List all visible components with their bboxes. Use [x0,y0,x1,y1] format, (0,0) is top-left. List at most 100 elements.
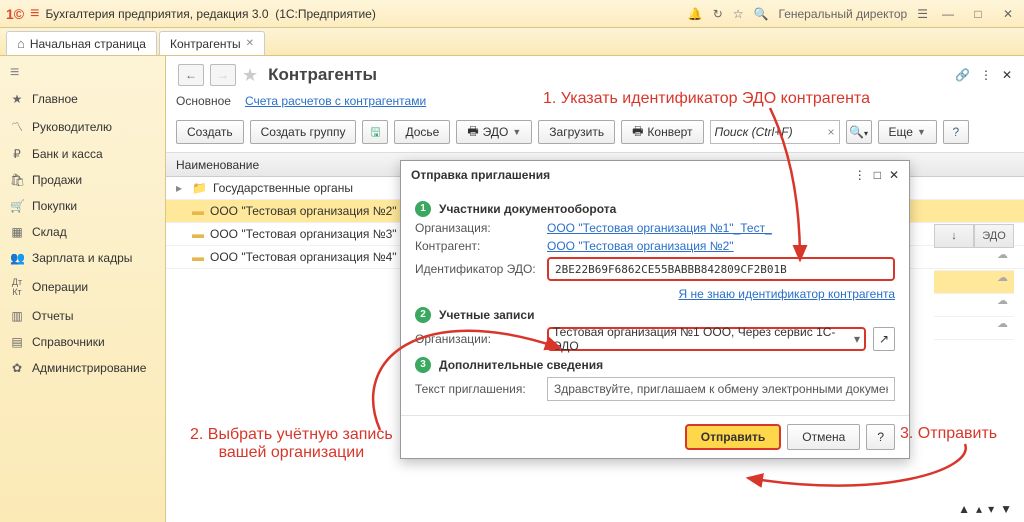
no-id-link[interactable]: Я не знаю идентификатор контрагента [679,287,896,301]
star-icon: ★ [10,92,24,106]
tab-home[interactable]: ⌂Начальная страница [6,31,157,55]
more-button[interactable]: Еще ▼ [878,120,937,144]
back-button[interactable]: ← [178,64,204,86]
page-close-icon[interactable]: ✕ [1002,68,1012,82]
tab-close-icon[interactable]: ✕ [246,38,254,49]
dialog-max-icon[interactable]: □ [874,168,881,182]
dialog-close-icon[interactable]: ✕ [889,168,899,182]
dtkt-icon: ДтКт [10,277,24,297]
sidebar-item-bank[interactable]: ₽Банк и касса [0,141,165,167]
favorite-icon[interactable]: ★ [242,65,258,86]
create-group-button[interactable]: Создать группу [250,120,357,144]
sidebar-item-manager[interactable]: 〽Руководителю [0,112,165,141]
col-edo[interactable]: ЭДО [974,224,1014,248]
chart-icon: 〽 [10,118,24,135]
app-title: Бухгалтерия предприятия, редакция 3.0 (1… [45,7,375,21]
link-icon[interactable]: 🔗 [955,68,970,82]
send-button[interactable]: Отправить [685,424,781,450]
cart-icon: 🛒 [10,199,24,213]
ruble-icon: ₽ [10,147,24,161]
toolbar: Создать Создать группу 🖫 Досье 🖶 ЭДО ▼ З… [166,116,1024,153]
invite-text-input[interactable] [547,377,895,401]
step3-title: Дополнительные сведения [439,358,603,372]
sidebar-item-reports[interactable]: ▥Отчеты [0,303,165,329]
bell-icon[interactable]: 🔔 [688,7,703,21]
history-icon[interactable]: ↻ [713,7,723,21]
edo-id-input[interactable] [547,257,895,281]
subtab-main[interactable]: Основное [176,94,231,108]
edo-cell: ☁ [934,248,1014,271]
ctr-link[interactable]: ООО "Тестовая организация №2" [547,239,734,253]
clear-search-icon[interactable]: × [828,125,835,139]
item-icon: ▬ [192,227,204,241]
folder-icon: 📁 [192,181,207,195]
more-icon[interactable]: ⋮ [980,68,992,82]
search-icon[interactable]: 🔍 [754,7,769,21]
sidebar-item-purchase[interactable]: 🛒Покупки [0,193,165,219]
scroll-up-icon[interactable]: ▴ [976,502,982,516]
step1-title: Участники документооборота [439,202,616,216]
search-input[interactable]: Поиск (Ctrl+F)× [710,120,840,144]
refresh-button[interactable]: 🖫 [362,120,388,144]
dossier-button[interactable]: Досье [394,120,450,144]
minimize-button[interactable]: — [938,7,958,21]
cancel-button[interactable]: Отмена [787,424,860,450]
box-icon: ▦ [10,225,24,239]
create-button[interactable]: Создать [176,120,244,144]
acct-label: Организации: [415,332,543,346]
convert-button[interactable]: 🖶 Конверт [621,120,703,144]
maximize-button[interactable]: □ [968,7,988,21]
sidebar-item-salary[interactable]: 👥Зарплата и кадры [0,245,165,271]
close-button[interactable]: ✕ [998,7,1018,21]
forward-button[interactable]: → [210,64,236,86]
sidebar-item-admin[interactable]: ✿Администрирование [0,355,165,381]
col-sort[interactable]: ↓ [934,224,974,248]
dialog-title: Отправка приглашения [411,168,550,182]
org-link[interactable]: ООО "Тестовая организация №1"_Тест_ [547,221,772,235]
edo-cell: ☁ [934,294,1014,317]
scroll-top-icon[interactable]: ▲ [958,502,970,516]
invite-dialog: Отправка приглашения ⋮ □ ✕ 1Участники до… [400,160,910,459]
step2-title: Учетные записи [439,308,534,322]
books-icon: ▤ [10,335,24,349]
menu-toggle-icon[interactable]: ≡ [0,60,165,86]
open-account-button[interactable]: ↗ [873,327,895,351]
gear-icon: ✿ [10,361,24,375]
item-icon: ▬ [192,204,204,218]
edo-cell: ☁ [934,317,1014,340]
sidebar-item-operations[interactable]: ДтКтОперации [0,271,165,303]
page-title: Контрагенты [268,65,377,85]
bars-icon: ▥ [10,309,24,323]
ctr-label: Контрагент: [415,239,543,253]
scroll-down-icon[interactable]: ▾ [988,502,994,516]
item-icon: ▬ [192,250,204,264]
tabbar: ⌂Начальная страница Контрагенты✕ [0,28,1024,56]
sidebar-item-stock[interactable]: ▦Склад [0,219,165,245]
titlebar: 1© ≡ Бухгалтерия предприятия, редакция 3… [0,0,1024,28]
sidebar-item-main[interactable]: ★Главное [0,86,165,112]
help-button[interactable]: ? [866,424,895,450]
grid-right-columns: ↓ЭДО ☁ ☁ ☁ ☁ [934,224,1014,340]
user-name[interactable]: Генеральный директор [779,7,908,21]
people-icon: 👥 [10,251,24,265]
account-select[interactable]: Тестовая организация №1 ООО, Через серви… [547,327,866,351]
subtab-accounts[interactable]: Счета расчетов с контрагентами [245,94,426,108]
load-button[interactable]: Загрузить [538,120,615,144]
find-button[interactable]: 🔍▾ [846,120,872,144]
user-menu-icon[interactable]: ☰ [917,7,928,21]
scroll-bottom-icon[interactable]: ▼ [1000,502,1012,516]
dialog-more-icon[interactable]: ⋮ [854,168,866,182]
sidebar-item-catalog[interactable]: ▤Справочники [0,329,165,355]
sidebar-item-sales[interactable]: 🛍Продажи [0,167,165,193]
help-button[interactable]: ? [943,120,969,144]
id-label: Идентификатор ЭДО: [415,262,543,276]
logo-eq: ≡ [30,5,39,23]
edo-cell: ☁ [934,271,1014,294]
org-label: Организация: [415,221,543,235]
tab-contractors[interactable]: Контрагенты✕ [159,31,265,55]
star-icon[interactable]: ☆ [733,7,744,21]
text-label: Текст приглашения: [415,382,543,396]
footer-icons: ▲ ▴ ▾ ▼ [958,502,1012,516]
chevron-down-icon: ▾ [854,332,860,346]
edo-button[interactable]: 🖶 ЭДО ▼ [456,120,532,144]
